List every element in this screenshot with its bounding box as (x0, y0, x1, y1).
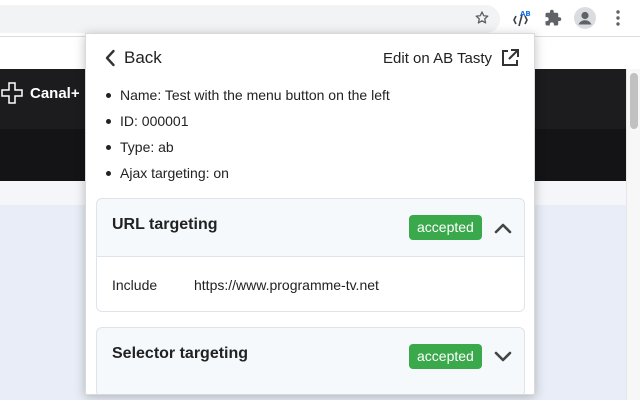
url-targeting-title: URL targeting (112, 216, 218, 233)
test-info-list: Name: Test with the menu button on the l… (106, 82, 516, 186)
browser-toolbar: AB (0, 0, 640, 36)
chevron-up-icon[interactable] (492, 217, 514, 239)
puzzle-icon[interactable] (541, 6, 565, 30)
url-targeting-card: URL targeting accepted Include https://w… (96, 198, 525, 312)
plus-icon (1, 82, 23, 104)
menu-icon[interactable] (606, 6, 630, 30)
scrollbar-thumb[interactable] (630, 73, 638, 129)
include-url: https://www.programme-tv.net (194, 277, 379, 293)
ajax-targeting: Ajax targeting: on (106, 160, 516, 186)
test-name: Name: Test with the menu button on the l… (106, 82, 516, 108)
test-id: ID: 000001 (106, 108, 516, 134)
selector-targeting-card: Selector targeting accepted (96, 327, 525, 394)
back-label: Back (124, 48, 162, 67)
chevron-left-icon (105, 49, 115, 67)
selector-targeting-title: Selector targeting (112, 345, 249, 362)
include-label: Include (112, 277, 158, 293)
selector-targeting-header[interactable]: Selector targeting accepted (97, 328, 524, 385)
external-link-icon (502, 49, 519, 66)
profile-icon[interactable] (573, 6, 597, 30)
back-button[interactable]: Back (104, 46, 162, 70)
url-targeting-header[interactable]: URL targeting accepted (97, 199, 524, 256)
test-type: Type: ab (106, 134, 516, 160)
status-badge: accepted (409, 344, 482, 369)
edit-on-ab-tasty-link[interactable]: Edit on AB Tasty (383, 46, 520, 70)
url-targeting-body: Include https://www.programme-tv.net (97, 256, 524, 311)
popup-header: Back Edit on AB Tasty (86, 34, 534, 82)
site-logo[interactable]: Canal+ (0, 80, 80, 106)
extension-popup: Back Edit on AB Tasty Name: Test with th… (85, 33, 535, 395)
ab-tasty-extension-icon[interactable]: AB (509, 6, 533, 30)
chevron-down-icon[interactable] (492, 346, 514, 368)
scrollbar[interactable] (626, 69, 640, 400)
edit-label: Edit on AB Tasty (383, 49, 492, 67)
star-icon[interactable] (470, 6, 494, 30)
address-bar[interactable] (0, 5, 500, 33)
status-badge: accepted (409, 215, 482, 240)
site-logo-text: Canal+ (30, 84, 80, 102)
